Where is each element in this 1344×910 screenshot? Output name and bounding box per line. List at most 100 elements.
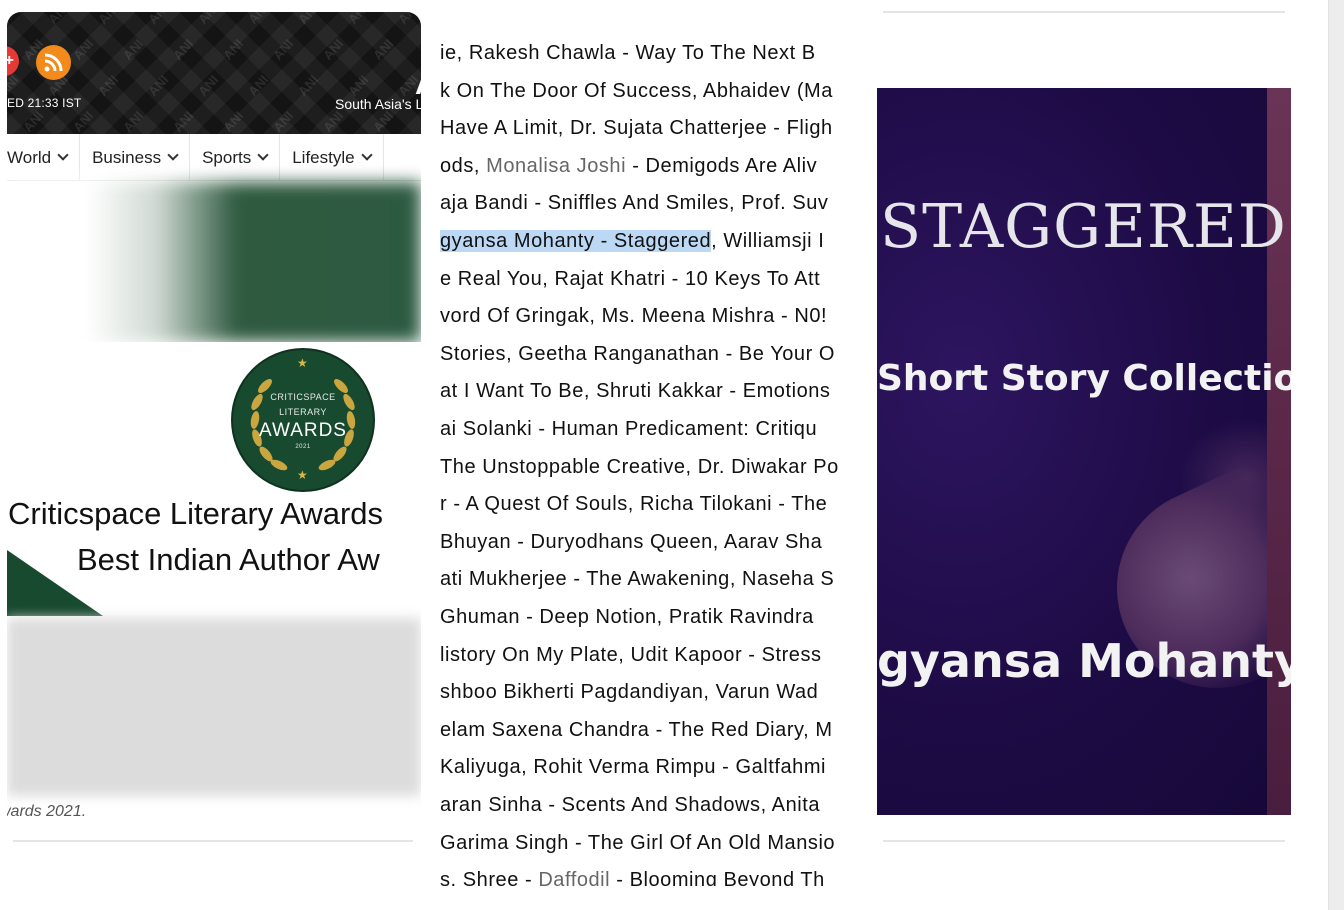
award-title-line2: Best Indian Author Aw bbox=[77, 542, 380, 577]
left-bottom-divider bbox=[13, 840, 413, 842]
watermark-text: ANI bbox=[295, 12, 322, 27]
nav-item-business[interactable]: Business bbox=[80, 134, 191, 181]
text-line: at I Want To Be, Shruti Kakkar - Emotion… bbox=[440, 376, 830, 406]
author-link[interactable]: Monalisa Joshi bbox=[486, 155, 626, 177]
text-line: aja Bandi - Sniffles And Smiles, Prof. S… bbox=[440, 188, 828, 218]
text-span: Bhuyan - Duryodhans Queen, Aarav Sha bbox=[440, 530, 823, 553]
text-span: , Williamsji I bbox=[711, 230, 825, 252]
watermark-text: ANI bbox=[245, 12, 272, 27]
text-span: e Real You, Rajat Khatri - 10 Keys To At… bbox=[440, 267, 821, 290]
watermark-text: ANI bbox=[45, 12, 72, 27]
watermark-text: ANI bbox=[370, 36, 397, 63]
cover-author: gyansa Mohanty bbox=[877, 634, 1291, 688]
cover-title: STAGGERED bbox=[880, 192, 1287, 262]
text-line: ati Mukherjee - The Awakening, Naseha S bbox=[440, 564, 834, 594]
text-line: aran Sinha - Scents And Shadows, Anita bbox=[440, 790, 820, 820]
right-bottom-divider bbox=[883, 840, 1285, 842]
book-cover-image[interactable]: STAGGERED Short Story Collectio gyansa M… bbox=[877, 88, 1291, 815]
text-span: listory On My Plate, Udit Kapoor - Stres… bbox=[440, 643, 822, 666]
text-span: aja Bandi - Sniffles And Smiles, Prof. S… bbox=[440, 192, 829, 215]
watermark-text: ANI bbox=[170, 36, 197, 63]
text-line: ie, Rakesh Chawla - Way To The Next B bbox=[440, 40, 816, 68]
text-line: elam Saxena Chandra - The Red Diary, M bbox=[440, 715, 833, 745]
text-span: The Unstoppable Creative, Dr. Diwakar Po bbox=[440, 455, 839, 478]
text-span: shboo Bikherti Pagdandiyan, Varun Wad bbox=[440, 681, 819, 704]
text-line: Ghuman - Deep Notion, Pratik Ravindra bbox=[440, 602, 814, 632]
nav-item-sports[interactable]: Sports bbox=[190, 134, 281, 181]
watermark-text: ANI bbox=[370, 108, 397, 134]
left-article-panel: ANI ANI ANI ANI ANI ANI ANI ANI ANI ANI ANI ANI ANI A… bbox=[7, 12, 421, 827]
award-title-line1: Criticspace Literary Awards bbox=[8, 496, 384, 531]
ani-site-header: ANI ANI ANI ANI ANI ANI ANI ANI ANI ANI ANI ANI ANI A… bbox=[7, 12, 421, 134]
watermark-text: ANI bbox=[70, 108, 97, 134]
star-icon: ★ bbox=[297, 468, 308, 482]
text-span: s. Shree - bbox=[440, 869, 539, 886]
award-image[interactable]: ★ ★ CRITICSPACE LITERARY AWARDS 2021 Cri… bbox=[7, 342, 421, 616]
text-line: ai Solanki - Human Predicament: Critiqu bbox=[440, 414, 817, 444]
watermark-text: ANI bbox=[345, 72, 372, 99]
text-span: Garima Singh - The Girl Of An Old Mansio bbox=[440, 831, 836, 854]
nav-label: Business bbox=[92, 147, 162, 167]
awards-badge: ★ ★ CRITICSPACE LITERARY AWARDS 2021 bbox=[233, 350, 373, 490]
watermark-text: ANI bbox=[295, 72, 322, 99]
cover-subtitle: Short Story Collectio bbox=[877, 358, 1291, 399]
text-line: Bhuyan - Duryodhans Queen, Aarav Sha bbox=[440, 527, 822, 557]
watermark-text: ANI bbox=[420, 108, 421, 134]
google-plus-button[interactable]: + bbox=[7, 46, 19, 76]
chevron-down-icon bbox=[57, 149, 69, 161]
nav-label: World bbox=[7, 147, 52, 167]
watermark-text: ANI bbox=[7, 12, 22, 27]
watermark-text: ANI bbox=[420, 36, 421, 63]
header-tagline: South Asia's L bbox=[335, 96, 421, 112]
header-date: ED 21:33 IST bbox=[7, 96, 82, 110]
text-line: e Real You, Rajat Khatri - 10 Keys To At… bbox=[440, 264, 820, 294]
nav-label: Lifestyle bbox=[292, 147, 355, 167]
chevron-down-icon bbox=[257, 149, 269, 161]
watermark-text: ANI bbox=[7, 72, 22, 99]
text-span: k On The Door Of Success, Abhaidev (Ma bbox=[440, 79, 833, 102]
blurred-banner-image bbox=[7, 182, 421, 342]
author-list-text: ie, Rakesh Chawla - Way To The Next B k O… bbox=[440, 40, 856, 886]
watermark-text: ANI bbox=[245, 72, 272, 99]
watermark-text: ANI bbox=[120, 108, 147, 134]
text-span: Stories, Geetha Ranganathan - Be Your O bbox=[440, 342, 836, 365]
text-line: r - A Quest Of Souls, Richa Tilokani - T… bbox=[440, 489, 827, 519]
watermark-text: ANI bbox=[145, 72, 172, 99]
text-line: Stories, Geetha Ranganathan - Be Your O bbox=[440, 339, 835, 369]
selected-text[interactable]: gyansa Mohanty - Staggered bbox=[440, 230, 712, 252]
text-span: at I Want To Be, Shruti Kakkar - Emotion… bbox=[440, 380, 831, 403]
watermark-text: ANI bbox=[20, 108, 47, 134]
text-line: The Unstoppable Creative, Dr. Diwakar Po bbox=[440, 452, 839, 482]
text-line: gyansa Mohanty - Staggered, Williamsji I bbox=[440, 226, 824, 256]
text-span: - Demigods Are Aliv bbox=[626, 154, 818, 177]
badge-text-year: 2021 bbox=[295, 444, 311, 450]
header-logo-letter: A bbox=[415, 68, 421, 102]
text-line: k On The Door Of Success, Abhaidev (Ma bbox=[440, 76, 833, 106]
star-icon: ★ bbox=[297, 356, 308, 370]
nav-item-lifestyle[interactable]: Lifestyle bbox=[280, 134, 384, 181]
watermark-text: ANI bbox=[220, 108, 247, 134]
watermark-text: ANI bbox=[195, 12, 222, 27]
rss-button[interactable] bbox=[36, 45, 71, 80]
watermark-text: ANI bbox=[170, 108, 197, 134]
top-divider bbox=[883, 11, 1285, 13]
author-link[interactable]: Daffodil bbox=[538, 869, 610, 886]
blurred-ad-image bbox=[7, 618, 421, 796]
text-line: ods, Monalisa Joshi - Demigods Are Aliv bbox=[440, 151, 817, 181]
watermark-text: ANI bbox=[270, 108, 297, 134]
watermark-text: ANI bbox=[320, 108, 347, 134]
text-span: ai Solanki - Human Predicament: Critiqu bbox=[440, 418, 818, 440]
watermark-text: ANI bbox=[345, 12, 372, 27]
page-scrollbar[interactable] bbox=[1328, 0, 1344, 910]
text-line: vord Of Gringak, Ms. Meena Mishra - N0! bbox=[440, 301, 827, 331]
watermark-text: ANI bbox=[320, 36, 347, 63]
watermark-text: ANI bbox=[395, 12, 421, 27]
text-span: ie, Rakesh Chawla - Way To The Next B bbox=[440, 42, 816, 64]
watermark-text: ANI bbox=[95, 72, 122, 99]
text-span: Kaliyuga, Rohit Verma Rimpu - Galtfahmi bbox=[440, 756, 827, 779]
chevron-down-icon bbox=[360, 149, 373, 161]
nav-item-world[interactable]: World bbox=[7, 134, 81, 181]
text-line: shboo Bikherti Pagdandiyan, Varun Wad bbox=[440, 677, 818, 707]
text-span: ods, bbox=[440, 154, 487, 177]
text-line: s. Shree - Daffodil - Blooming Beyond Th bbox=[440, 865, 825, 886]
